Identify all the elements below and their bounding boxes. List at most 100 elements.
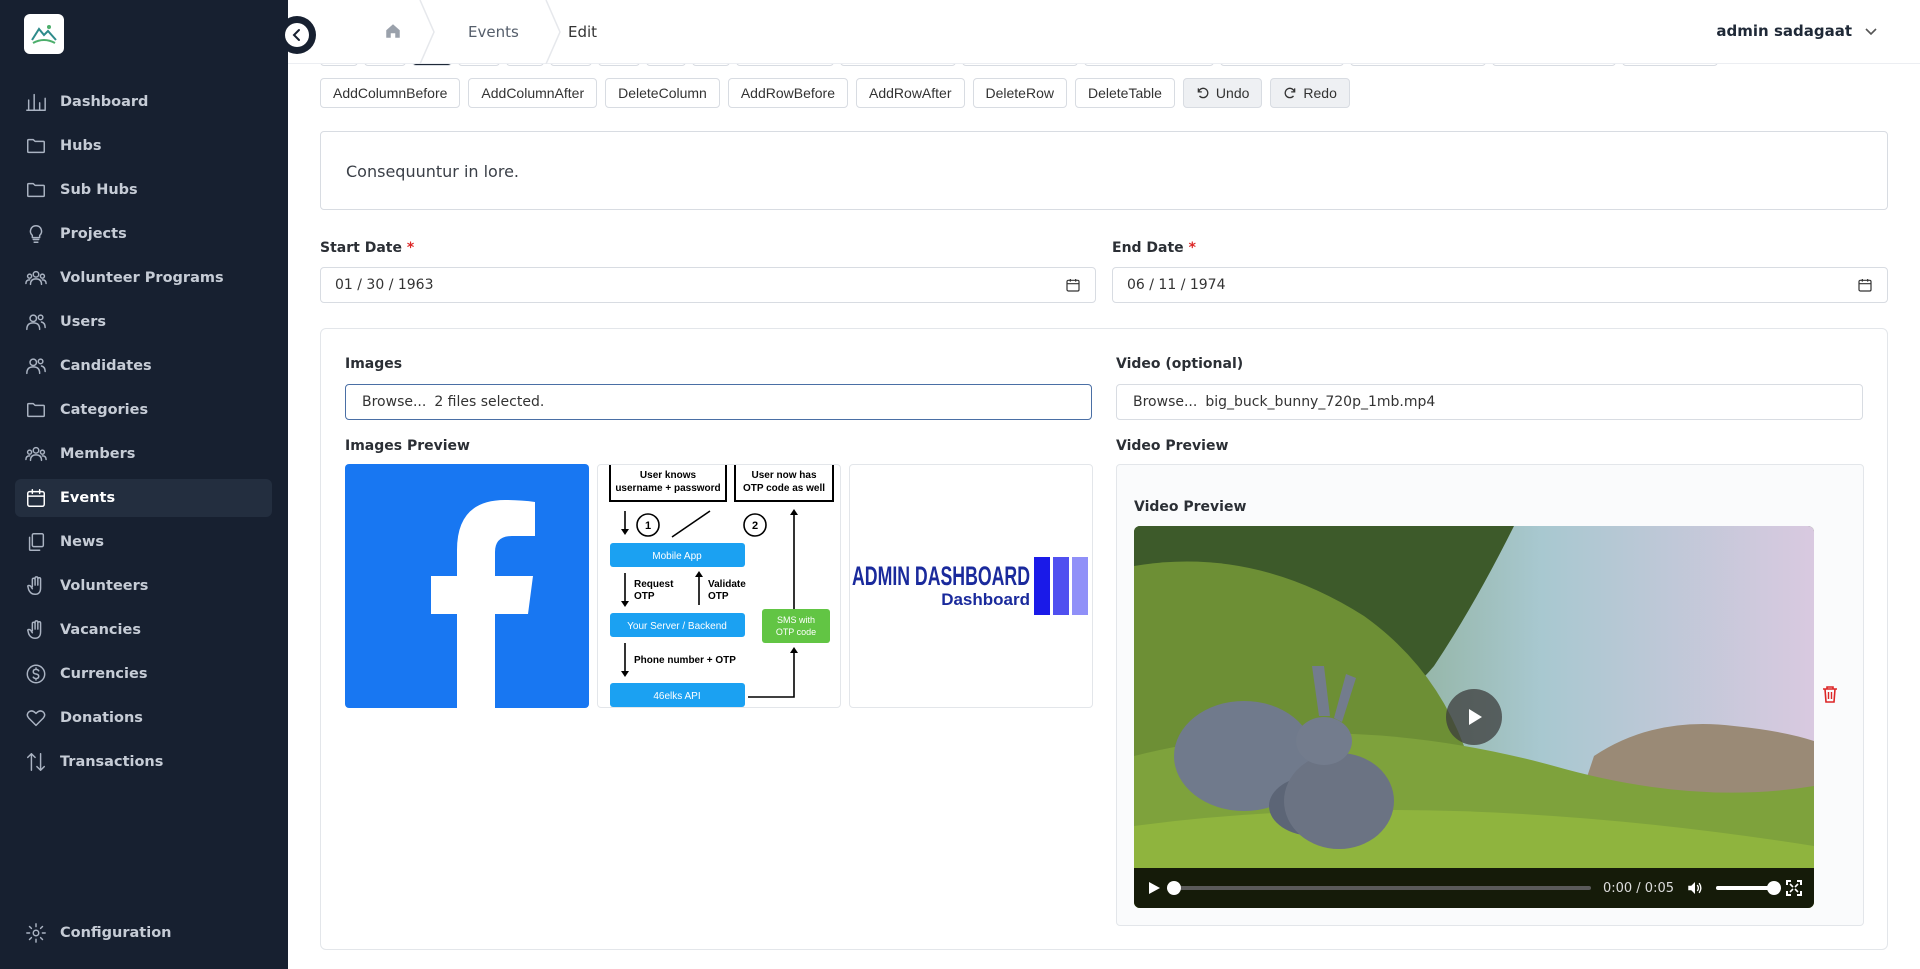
otp-flow-diagram: User knows username + password User now … [609,465,834,707]
image-thumbnail-banner[interactable]: ADMIN DASHBOARD Dashboard [849,464,1093,708]
video-preview-label: Video Preview [1116,438,1229,454]
end-date-value: 06 / 11 / 1974 [1127,277,1226,293]
svg-text:User now has: User now has [751,470,816,481]
sidebar-item-dashboard[interactable]: Dashboard [15,83,272,121]
heart-icon [26,710,46,727]
sidebar-item-label: Currencies [60,666,148,682]
app-logo[interactable] [24,14,64,54]
start-date-value: 01 / 30 / 1963 [335,277,434,293]
sidebar-item-news[interactable]: News [15,523,272,561]
user-menu[interactable]: admin sadagaat [1716,22,1878,40]
video-play-overlay[interactable] [1446,689,1502,745]
sidebar-item-transactions[interactable]: Transactions [15,743,272,781]
image-thumbnail-facebook[interactable] [345,464,589,708]
group-icon [25,446,47,462]
sidebar-item-label: Users [60,314,107,330]
toolbar-button-addrowbefore[interactable]: AddRowBefore [727,78,849,108]
svg-text:1: 1 [645,520,651,532]
sidebar-item-members[interactable]: Members [15,435,272,473]
volume-knob[interactable] [1767,881,1781,895]
arrows-icon [27,753,45,771]
group-icon [25,270,47,286]
sidebar-item-candidates[interactable]: Candidates [15,347,272,385]
images-file-input[interactable]: Browse... 2 files selected. [345,384,1092,420]
svg-text:Mobile App: Mobile App [652,551,702,562]
calendar-icon[interactable] [1065,277,1081,293]
svg-text:Request: Request [634,579,674,590]
users-icon [26,358,46,375]
breadcrumb-edit: Edit [568,23,598,41]
folder-icon [27,182,45,198]
sidebar-item-users[interactable]: Users [15,303,272,341]
svg-text:OTP code as well: OTP code as well [743,483,825,494]
toolbar-button-addcolumnafter[interactable]: AddColumnAfter [468,78,598,108]
rich-text-editor[interactable]: Consequuntur in lore. [320,131,1888,210]
breadcrumb-events[interactable]: Events [468,23,519,41]
toolbar-button-deleterow[interactable]: DeleteRow [972,78,1067,108]
start-date-label: Start Date * [320,240,415,256]
sidebar-item-volunteer-programs[interactable]: Volunteer Programs [15,259,272,297]
sidebar-collapse-button[interactable] [278,16,316,54]
chevron-down-icon [1865,28,1877,36]
toolbar-button-deletetable[interactable]: DeleteTable [1074,78,1175,108]
dollar-icon [26,664,46,684]
sidebar-item-hubs[interactable]: Hubs [15,127,272,165]
sidebar-item-label: Events [60,490,116,506]
sidebar-item-label: Configuration [60,925,172,941]
bar-chart-icon [26,93,46,111]
play-icon[interactable] [1146,880,1162,896]
video-browse-button[interactable]: Browse... [1117,394,1205,410]
svg-text:OTP: OTP [708,591,729,602]
play-icon [1469,709,1482,725]
delete-video-button[interactable] [1822,685,1838,707]
sidebar-item-currencies[interactable]: Currencies [15,655,272,693]
video-preview-inner-label: Video Preview [1134,499,1247,515]
svg-text:Phone number + OTP: Phone number + OTP [634,655,736,666]
sidebar-item-categories[interactable]: Categories [15,391,272,429]
sidebar-item-donations[interactable]: Donations [15,699,272,737]
sidebar-item-sub-hubs[interactable]: Sub Hubs [15,171,272,209]
toolbar-button-deletecolumn[interactable]: DeleteColumn [605,78,720,108]
volume-icon[interactable] [1686,879,1704,897]
sidebar-item-vacancies[interactable]: Vacancies [15,611,272,649]
toolbar-button-addcolumnbefore[interactable]: AddColumnBefore [320,78,461,108]
svg-text:User knows: User knows [640,470,697,481]
lightbulb-icon [29,225,43,243]
video-seek-bar[interactable] [1167,881,1591,895]
sidebar-item-projects[interactable]: Projects [15,215,272,253]
breadcrumb-home[interactable] [384,22,402,44]
svg-text:2: 2 [752,520,758,532]
trash-icon [1823,686,1837,703]
sidebar-item-label: Dashboard [60,94,149,110]
folder-icon [27,138,45,154]
start-date-input[interactable]: 01 / 30 / 1963 [320,267,1096,303]
sidebar-item-label: Transactions [60,754,164,770]
images-browse-button[interactable]: Browse... [346,394,434,410]
breadcrumb-separator [419,0,435,64]
svg-text:username + password: username + password [615,483,720,494]
copy-icon [28,533,45,551]
image-thumbnail-diagram[interactable]: User knows username + password User now … [597,464,841,708]
video-player[interactable]: 0:00 / 0:05 [1134,526,1814,908]
sidebar-item-events[interactable]: Events [15,479,272,517]
svg-text:OTP: OTP [634,591,655,602]
volume-slider[interactable] [1716,881,1781,895]
end-date-input[interactable]: 06 / 11 / 1974 [1112,267,1888,303]
svg-text:46elks API: 46elks API [653,691,700,702]
calendar-icon[interactable] [1857,277,1873,293]
video-file-input[interactable]: Browse... big_buck_bunny_720p_1mb.mp4 [1116,384,1863,420]
video-seek-knob[interactable] [1167,881,1181,895]
sidebar-item-label: Categories [60,402,149,418]
sidebar-item-volunteers[interactable]: Volunteers [15,567,272,605]
redo-button[interactable]: Redo [1270,78,1350,108]
sidebar-item-configuration[interactable]: Configuration [15,914,272,952]
calendar-icon [27,489,45,507]
svg-text:ADMIN DASHBOARD: ADMIN DASHBOARD [852,561,1030,591]
fullscreen-icon[interactable] [1786,880,1802,896]
users-icon [26,314,46,331]
gear-icon [26,923,46,943]
svg-text:OTP code: OTP code [776,627,816,637]
toolbar-button-addrowafter[interactable]: AddRowAfter [856,78,965,108]
undo-button[interactable]: Undo [1182,78,1263,108]
breadcrumb-separator [545,0,561,64]
